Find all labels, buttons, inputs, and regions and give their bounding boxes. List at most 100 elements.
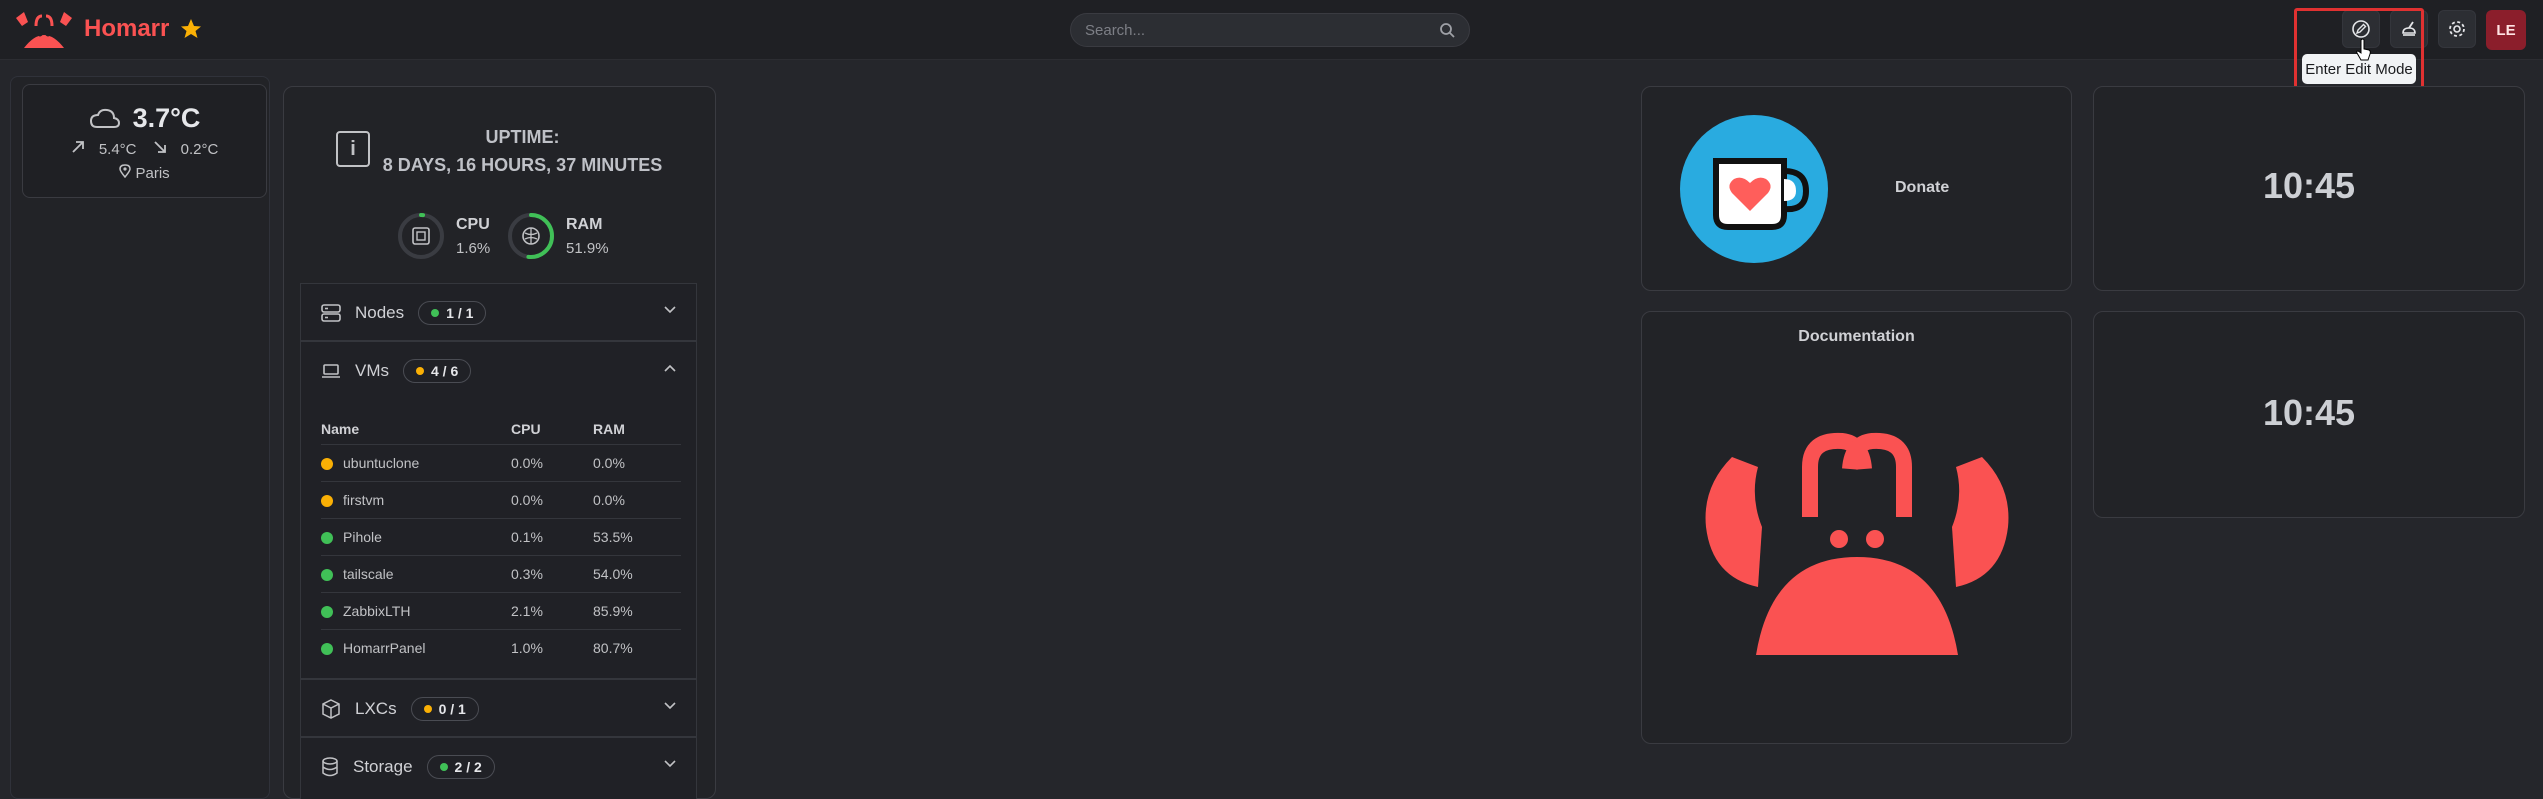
chevron-down-icon	[664, 702, 676, 710]
search-input[interactable]	[1085, 21, 1439, 39]
status-dot	[431, 309, 440, 317]
brand[interactable]: Homarr	[14, 8, 203, 50]
table-row[interactable]: Pihole 0.1% 53.5%	[321, 517, 681, 555]
brand-name: Homarr	[84, 15, 170, 42]
status-dot	[321, 457, 333, 470]
table-row[interactable]: ZabbixLTH 2.1% 85.9%	[321, 591, 681, 629]
weather-temperature: 3.7°C	[132, 103, 201, 133]
status-dot	[321, 605, 333, 618]
vms-header[interactable]: VMs 4 / 6	[301, 342, 696, 400]
weather-min-group: 0.2°C	[153, 140, 219, 158]
lxcs-title: LXCs	[355, 699, 397, 718]
storage-count: 2 / 2	[454, 759, 482, 775]
vm-cpu: 2.1%	[511, 591, 593, 629]
vm-name-cell: ubuntuclone	[321, 443, 511, 481]
status-dot	[321, 494, 333, 507]
arrow-down-right-icon	[153, 141, 166, 153]
vm-name-cell: firstvm	[321, 480, 511, 518]
lxcs-section[interactable]: LXCs 0 / 1	[300, 679, 697, 737]
nodes-header[interactable]: Nodes 1 / 1	[301, 284, 696, 342]
vm-ram: 80.7%	[593, 628, 681, 666]
clock-widget-2: 10:45	[2093, 311, 2525, 518]
status-dot	[321, 568, 333, 581]
weather-minmax: 5.4°C 0.2°C	[23, 140, 266, 158]
storage-section[interactable]: Storage 2 / 2	[300, 737, 697, 799]
col-ram: RAM	[593, 420, 625, 437]
ram-ring	[508, 213, 554, 259]
chevron-up-icon	[664, 364, 676, 372]
cpu-ring	[398, 213, 444, 259]
vms-badge: 4 / 6	[403, 359, 472, 383]
lxcs-count: 0 / 1	[438, 701, 466, 717]
nodes-section[interactable]: Nodes 1 / 1	[300, 283, 697, 341]
table-row[interactable]: firstvm 0.0% 0.0%	[321, 480, 681, 518]
ram-metric: RAM 51.9%	[506, 211, 609, 261]
user-avatar[interactable]: LE	[2486, 10, 2526, 50]
status-dot	[321, 643, 333, 656]
vm-cpu: 0.0%	[511, 480, 593, 518]
cloud-icon	[89, 108, 120, 128]
vm-table-header: Name CPU RAM	[321, 414, 681, 444]
vm-name: firstvm	[343, 491, 385, 508]
vm-name-cell: tailscale	[321, 554, 511, 592]
vms-count: 4 / 6	[431, 363, 459, 379]
search-bar[interactable]	[1070, 13, 1470, 47]
nodes-badge: 1 / 1	[418, 301, 487, 325]
vms-section: VMs 4 / 6 Name CPU RAM ubuntuclone 0.0% …	[300, 341, 697, 679]
vm-name-cell: ZabbixLTH	[321, 591, 511, 629]
weather-widget: 3.7°C 5.4°C 0.2°C Paris	[22, 84, 267, 198]
vm-name: ubuntuclone	[343, 454, 420, 471]
vm-name: tailscale	[343, 565, 394, 582]
vm-cpu: 0.0%	[511, 443, 593, 481]
table-row[interactable]: ubuntuclone 0.0% 0.0%	[321, 443, 681, 481]
weather-min: 0.2°C	[180, 141, 219, 158]
uptime-block: UPTIME: 8 DAYS, 16 HOURS, 37 MINUTES	[284, 123, 715, 179]
status-dot	[416, 367, 424, 375]
lxcs-badge: 0 / 1	[410, 697, 479, 721]
chevron-down-icon	[664, 306, 676, 314]
nodes-title: Nodes	[355, 303, 405, 322]
ram-value: 51.9%	[566, 239, 609, 257]
vm-name: ZabbixLTH	[343, 602, 411, 619]
vm-cpu: 0.1%	[511, 517, 593, 555]
table-row[interactable]: tailscale 0.3% 54.0%	[321, 554, 681, 592]
weather-max: 5.4°C	[98, 141, 137, 158]
vm-ram: 0.0%	[593, 480, 681, 518]
documentation-app-tile[interactable]: Documentation	[1641, 311, 2072, 744]
laptop-icon	[322, 364, 340, 378]
cpu-metric: CPU 1.6%	[396, 211, 490, 261]
vm-cpu: 0.3%	[511, 554, 593, 592]
server-icon	[321, 304, 341, 322]
search-icon	[1440, 23, 1455, 38]
cpu-value: 1.6%	[456, 239, 491, 257]
storage-badge: 2 / 2	[426, 755, 495, 779]
vm-name: Pihole	[343, 528, 382, 545]
weather-location-row: Paris	[23, 164, 266, 182]
vm-ram: 0.0%	[593, 443, 681, 481]
box-icon	[322, 699, 340, 719]
vm-name-cell: HomarrPanel	[321, 628, 511, 666]
status-dot	[439, 763, 448, 771]
status-dot	[321, 531, 333, 544]
storage-header[interactable]: Storage 2 / 2	[301, 738, 696, 796]
arrow-up-right-icon	[72, 141, 84, 153]
lxcs-header[interactable]: LXCs 0 / 1	[301, 680, 696, 738]
documentation-label: Documentation	[1798, 328, 1915, 345]
uptime-label: UPTIME:	[485, 127, 560, 147]
weather-max-group: 5.4°C	[71, 140, 137, 158]
weather-location: Paris	[135, 165, 170, 182]
clock-time-2: 10:45	[2262, 392, 2356, 433]
vm-ram: 85.9%	[593, 591, 681, 629]
cpu-label: CPU	[456, 215, 490, 233]
table-row[interactable]: HomarrPanel 1.0% 80.7%	[321, 628, 681, 666]
top-bar: Homarr Search... LE	[0, 0, 2543, 60]
storage-title: Storage	[353, 757, 413, 776]
ram-label: RAM	[566, 215, 603, 233]
vm-ram: 54.0%	[593, 554, 681, 592]
clock-time-1: 10:45	[2262, 165, 2356, 206]
vms-title: VMs	[355, 361, 389, 380]
settings-button[interactable]	[2438, 10, 2476, 48]
database-icon	[322, 757, 338, 777]
col-cpu: CPU	[511, 420, 541, 437]
donate-app-tile[interactable]: Donate	[1641, 86, 2072, 291]
